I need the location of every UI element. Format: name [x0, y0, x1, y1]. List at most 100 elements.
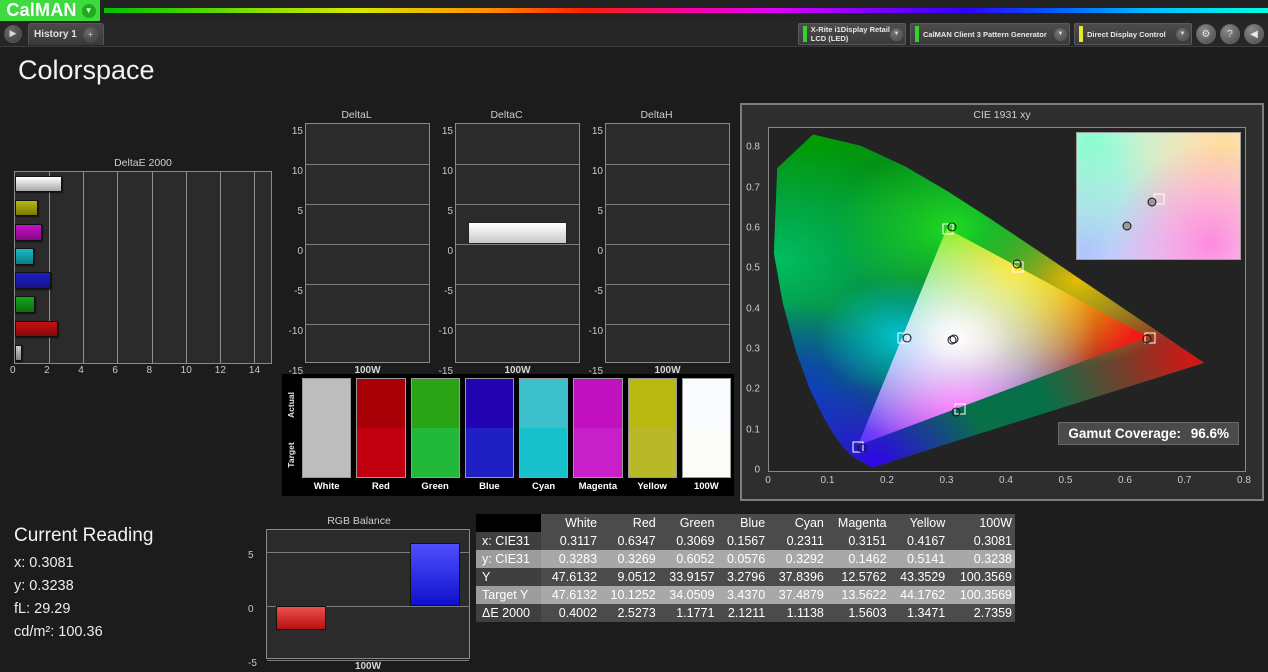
y-tick-label: -10 [283, 326, 303, 337]
table-cell: 37.4879 [768, 586, 827, 604]
swatch-box [356, 378, 405, 478]
gridline [267, 660, 469, 661]
table-cell: 12.5762 [827, 568, 890, 586]
tab-history-1[interactable]: History 1 + [28, 23, 104, 45]
swatch-actual [412, 379, 459, 428]
y-tick-label: -10 [433, 326, 453, 337]
cie-y-tick-label: 0.7 [746, 182, 760, 193]
x-tick-label: 4 [78, 365, 84, 376]
gridline [456, 204, 579, 205]
hue-spectrum-bar [104, 8, 1268, 13]
swatch-column: Red [354, 375, 407, 492]
table-cell: 34.0509 [659, 586, 718, 604]
rgb-balance-title: RGB Balance [248, 515, 470, 527]
pattern-generator-selector[interactable]: CalMAN Client 3 Pattern Generator ▼ [910, 23, 1070, 45]
cie-x-tick-label: 0 [765, 475, 771, 486]
table-cell: 100.3569 [948, 568, 1015, 586]
table-cell: 2.5273 [600, 604, 659, 622]
swatch-box [411, 378, 460, 478]
workspace: Colorspace DeltaE 2000 02468101214 Delta… [0, 47, 1268, 629]
cie-x-tick-label: 0.3 [940, 475, 954, 486]
swatch-target [574, 428, 621, 477]
cie-y-tick-label: 0.4 [746, 303, 760, 314]
table-cell: 0.1567 [717, 532, 768, 550]
table-cell: 0.4167 [890, 532, 949, 550]
display-control-selector[interactable]: Direct Display Control ▼ [1074, 23, 1192, 45]
x-tick-label: 14 [249, 365, 260, 376]
measurement-table: WhiteRedGreenBlueCyanMagentaYellow100W x… [476, 514, 1015, 622]
audio-icon[interactable]: ◀ [1244, 24, 1264, 44]
table-cell: 47.6132 [541, 586, 600, 604]
y-tick-label: 5 [583, 206, 603, 217]
table-cell: 0.3283 [541, 550, 600, 568]
chevron-down-icon[interactable]: ▼ [1054, 28, 1067, 41]
chevron-down-icon[interactable]: ▼ [1176, 28, 1189, 41]
table-cell: 13.5622 [827, 586, 890, 604]
swatch-target [357, 428, 404, 477]
y-tick-label: 10 [583, 166, 603, 177]
table-cell: 3.4370 [717, 586, 768, 604]
chevron-down-icon[interactable]: ▼ [82, 4, 96, 18]
play-icon[interactable]: ▶ [4, 25, 22, 43]
deltae-2000-x-axis: 02468101214 [14, 365, 272, 381]
y-tick-label: 5 [433, 206, 453, 217]
gridline [306, 244, 429, 245]
table-column-header: Green [659, 514, 718, 532]
swatch-target [629, 428, 676, 477]
app-logo[interactable]: CalMAN ▼ [0, 0, 100, 21]
meter-status-stripe [803, 26, 807, 42]
swatch-box [682, 378, 731, 478]
swatch-target [466, 428, 513, 477]
deltae-bar [15, 224, 42, 240]
cie-y-tick-label: 0.3 [746, 343, 760, 354]
table-cell: 0.3292 [768, 550, 827, 568]
gridline [606, 204, 729, 205]
gridline [117, 172, 118, 363]
gridline [456, 324, 579, 325]
swatch-side-labels: Actual Target [283, 378, 299, 478]
swatch-label: Cyan [517, 481, 570, 492]
cie-y-tick-label: 0.5 [746, 263, 760, 274]
table-cell: 1.1771 [659, 604, 718, 622]
cie-measured-marker [1142, 335, 1151, 344]
table-column-header: Yellow [890, 514, 949, 532]
swatch-box [573, 378, 622, 478]
swatch-box [519, 378, 568, 478]
deltac-title: DeltaC [433, 109, 580, 121]
color-swatch-strip: Actual Target WhiteRedGreenBlueCyanMagen… [282, 374, 734, 496]
deltae-2000-chart: DeltaE 2000 02468101214 [14, 157, 272, 381]
swatch-column: White [300, 375, 353, 492]
meter-device-selector[interactable]: X-Rite i1Display Retail LCD (LED) ▼ [798, 23, 906, 45]
y-tick-label: -5 [248, 658, 257, 669]
gridline [306, 324, 429, 325]
deltae-bar [15, 248, 34, 264]
plus-icon[interactable]: + [83, 27, 98, 42]
white-point-inset[interactable] [1076, 132, 1241, 260]
chevron-down-icon[interactable]: ▼ [890, 28, 903, 41]
x-tick-label: 10 [181, 365, 192, 376]
swatch-label: Green [409, 481, 462, 492]
cie-x-tick-label: 0.5 [1059, 475, 1073, 486]
swatch-column: Yellow [626, 375, 679, 492]
y-tick-label: 15 [433, 126, 453, 137]
table-cell: 1.3471 [890, 604, 949, 622]
gridline [254, 172, 255, 363]
help-icon[interactable]: ? [1220, 24, 1240, 44]
table-cell: 0.3069 [659, 532, 718, 550]
cie-inset-white-marker [1147, 198, 1156, 207]
table-cell: 0.3151 [827, 532, 890, 550]
y-tick-label: 5 [248, 550, 254, 561]
table-cell: 9.0512 [600, 568, 659, 586]
gamut-coverage-value: 96.6% [1191, 426, 1229, 441]
gear-icon[interactable]: ⚙ [1196, 24, 1216, 44]
cie-1931-plot[interactable]: Gamut Coverage: 96.6% [768, 127, 1246, 472]
table-row: y: CIE310.32830.32690.60520.05760.32920.… [476, 550, 1015, 568]
swatch-box [302, 378, 351, 478]
table-cell: 0.3238 [948, 550, 1015, 568]
app-name: CalMAN [4, 1, 76, 20]
deltal-chart: DeltaL 100W 151050-5-10-15 [283, 109, 430, 376]
deltah-chart: DeltaH 100W 151050-5-10-15 [583, 109, 730, 376]
swatch-column: 100W [680, 375, 733, 492]
y-tick-label: -5 [433, 286, 453, 297]
table-cell: 100.3569 [948, 586, 1015, 604]
